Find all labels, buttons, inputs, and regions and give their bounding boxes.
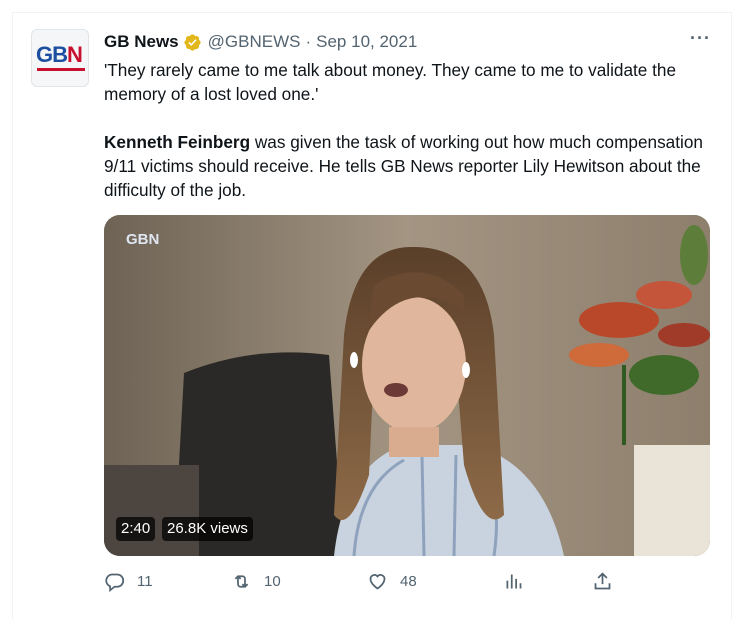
- like-count: 48: [400, 573, 417, 590]
- avatar-logo-n: N: [67, 42, 83, 67]
- tweet-text: 'They rarely came to me talk about money…: [104, 58, 714, 202]
- video-views-badge: 26.8K views: [162, 517, 253, 541]
- avatar[interactable]: GBN: [31, 29, 89, 87]
- share-button[interactable]: [592, 571, 613, 592]
- reply-button[interactable]: 11: [104, 571, 153, 592]
- avatar-logo-underline: [37, 68, 85, 71]
- tweet-bold-name: Kenneth Feinberg: [104, 132, 251, 152]
- reply-icon: [105, 573, 125, 592]
- share-icon: [594, 572, 611, 590]
- tweet-quote: 'They rarely came to me talk about money…: [104, 60, 677, 104]
- like-button[interactable]: 48: [367, 571, 417, 592]
- video-watermark: GBN: [126, 231, 159, 248]
- account-handle[interactable]: @GBNEWS: [208, 32, 301, 52]
- analytics-icon: [506, 574, 522, 589]
- tweet-header: GB News @GBNEWS · Sep 10, 2021: [104, 31, 417, 53]
- tweet-actions: 11 10 48: [0, 571, 735, 597]
- verified-badge-icon: [184, 33, 201, 51]
- heart-icon: [369, 574, 386, 590]
- video-thumbnail: GBN: [104, 215, 710, 556]
- retweet-count: 10: [264, 573, 281, 590]
- video-duration-badge: 2:40: [116, 517, 156, 541]
- more-options-icon[interactable]: ···: [690, 28, 711, 49]
- account-name[interactable]: GB News: [104, 32, 179, 52]
- retweet-button[interactable]: 10: [231, 571, 281, 592]
- reply-count: 11: [137, 573, 153, 590]
- tweet-date[interactable]: Sep 10, 2021: [316, 32, 417, 52]
- retweet-icon: [234, 575, 249, 588]
- video-player[interactable]: GBN: [104, 215, 710, 556]
- analytics-button[interactable]: [503, 571, 524, 592]
- meta-separator: ·: [305, 32, 312, 51]
- avatar-logo-gb: GB: [36, 42, 68, 67]
